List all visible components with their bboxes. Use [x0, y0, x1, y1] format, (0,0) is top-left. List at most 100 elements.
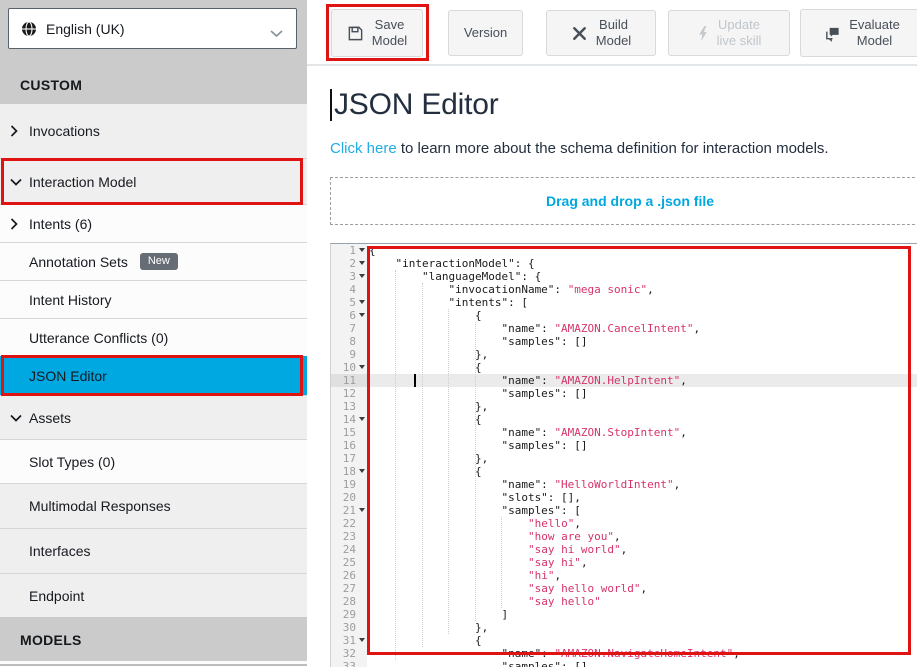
code-line: "name": "AMAZON.StopIntent", — [367, 426, 917, 439]
update-live-skill-button[interactable]: Updatelive skill — [668, 10, 790, 56]
line-number[interactable]: 10 — [331, 361, 367, 374]
page-title: JSON Editor — [330, 88, 499, 122]
code-line: "say hello" — [367, 595, 917, 608]
sidebar-item-interaction-model[interactable]: Interaction Model — [0, 158, 307, 204]
code-line: "how are you", — [367, 530, 917, 543]
sidebar-item-utterance-conflicts[interactable]: Utterance Conflicts (0) — [0, 318, 307, 356]
line-number[interactable]: 6 — [331, 309, 367, 322]
chevron-down-icon — [10, 414, 29, 422]
page-title-text: JSON Editor — [334, 88, 499, 122]
json-code-editor[interactable]: 1234567891011121314151617181920212223242… — [330, 243, 917, 667]
sidebar-item-label: Endpoint — [29, 588, 84, 604]
sidebar-item-invocations[interactable]: Invocations — [0, 104, 307, 158]
sidebar-top-strip: English (UK) CUSTOM — [0, 0, 307, 104]
line-number: 33 — [331, 660, 367, 667]
sidebar-item-endpoint[interactable]: Endpoint — [0, 573, 307, 617]
globe-icon — [21, 21, 37, 37]
sidebar-item-json-editor[interactable]: JSON Editor — [0, 356, 307, 395]
sidebar-item-label: Interaction Model — [29, 174, 136, 190]
line-number[interactable]: 18 — [331, 465, 367, 478]
models-section-header: MODELS — [20, 632, 82, 648]
line-number[interactable]: 3 — [331, 270, 367, 283]
line-number: 29 — [331, 608, 367, 621]
line-number: 12 — [331, 387, 367, 400]
evaluate-model-button[interactable]: EvaluateModel — [800, 9, 917, 57]
line-number: 4 — [331, 283, 367, 296]
editor-code-area[interactable]: { "interactionModel": { "languageModel":… — [367, 244, 917, 667]
sidebar-item-label: Utterance Conflicts (0) — [29, 330, 168, 346]
sidebar-item-label: Multimodal Responses — [29, 498, 171, 514]
line-number[interactable]: 5 — [331, 296, 367, 309]
line-number[interactable]: 14 — [331, 413, 367, 426]
dropzone-label: Drag and drop a .json file — [546, 193, 714, 209]
line-number: 24 — [331, 543, 367, 556]
language-selector[interactable]: English (UK) — [8, 8, 297, 49]
code-line: "hello", — [367, 517, 917, 530]
code-line: "name": "AMAZON.CancelIntent", — [367, 322, 917, 335]
sidebar-item-slot-types[interactable]: Slot Types (0) — [0, 439, 307, 483]
button-label: EvaluateModel — [849, 17, 900, 49]
fold-arrow-icon[interactable] — [359, 417, 365, 421]
line-number: 22 — [331, 517, 367, 530]
sidebar-item-label: Assets — [29, 410, 71, 426]
code-line: { — [367, 361, 917, 374]
fold-arrow-icon[interactable] — [359, 300, 365, 304]
sidebar: English (UK) CUSTOM Invocations Interacti… — [0, 0, 307, 667]
sidebar-item-assets[interactable]: Assets — [0, 395, 307, 439]
sidebar-item-intent-history[interactable]: Intent History — [0, 280, 307, 318]
subtitle: Click here to learn more about the schem… — [330, 140, 829, 157]
save-model-button[interactable]: SaveModel — [331, 9, 423, 57]
sidebar-item-interfaces[interactable]: Interfaces — [0, 528, 307, 573]
code-line: "say hi", — [367, 556, 917, 569]
code-line: "say hello world", — [367, 582, 917, 595]
code-line: "samples": [] — [367, 439, 917, 452]
sidebar-item-multimodal-responses[interactable]: Multimodal Responses — [0, 483, 307, 528]
fold-arrow-icon[interactable] — [359, 261, 365, 265]
subtitle-text: to learn more about the schema definitio… — [397, 140, 829, 157]
sidebar-item-annotation-sets[interactable]: Annotation SetsNew — [0, 242, 307, 280]
editor-gutter: 1234567891011121314151617181920212223242… — [331, 244, 367, 667]
code-line: { — [367, 244, 917, 257]
fold-arrow-icon[interactable] — [359, 638, 365, 642]
button-label: Version — [464, 25, 507, 41]
fold-arrow-icon[interactable] — [359, 248, 365, 252]
fold-arrow-icon[interactable] — [359, 365, 365, 369]
line-number: 9 — [331, 348, 367, 361]
sidebar-item-label: Slot Types (0) — [29, 454, 115, 470]
chevron-down-icon — [270, 25, 283, 43]
sidebar-item-label: Intent History — [29, 292, 111, 308]
build-icon — [571, 25, 588, 42]
line-number: 27 — [331, 582, 367, 595]
sidebar-item-label: Interfaces — [29, 543, 90, 559]
sidebar-item-intents[interactable]: Intents (6) — [0, 204, 307, 242]
sidebar-item-label: JSON Editor — [29, 368, 107, 384]
version-button[interactable]: Version — [448, 10, 523, 56]
build-model-button[interactable]: BuildModel — [546, 10, 656, 56]
fold-arrow-icon[interactable] — [359, 274, 365, 278]
sidebar-nav: InvocationsInteraction ModelIntents (6)A… — [0, 104, 307, 617]
sidebar-item-label: Invocations — [29, 123, 100, 139]
code-line: }, — [367, 452, 917, 465]
line-number[interactable]: 1 — [331, 244, 367, 257]
line-number[interactable]: 31 — [331, 634, 367, 647]
line-number[interactable]: 21 — [331, 504, 367, 517]
fold-arrow-icon[interactable] — [359, 469, 365, 473]
fold-arrow-icon[interactable] — [359, 313, 365, 317]
sidebar-bottom-divider — [0, 664, 307, 666]
line-number: 7 — [331, 322, 367, 335]
json-dropzone[interactable]: Drag and drop a .json file — [330, 177, 917, 225]
button-label: BuildModel — [596, 17, 631, 49]
code-line: { — [367, 309, 917, 322]
code-line: "name": "AMAZON.HelpIntent", — [367, 374, 917, 387]
floppy-icon — [347, 25, 364, 42]
line-number: 19 — [331, 478, 367, 491]
code-line: { — [367, 634, 917, 647]
line-number[interactable]: 2 — [331, 257, 367, 270]
click-here-link[interactable]: Click here — [330, 140, 397, 157]
code-line: { — [367, 465, 917, 478]
code-line: "name": "AMAZON.NavigateHomeIntent", — [367, 647, 917, 660]
chat-icon — [824, 25, 841, 42]
fold-arrow-icon[interactable] — [359, 508, 365, 512]
line-number: 11 — [331, 374, 367, 387]
code-line: "slots": [], — [367, 491, 917, 504]
